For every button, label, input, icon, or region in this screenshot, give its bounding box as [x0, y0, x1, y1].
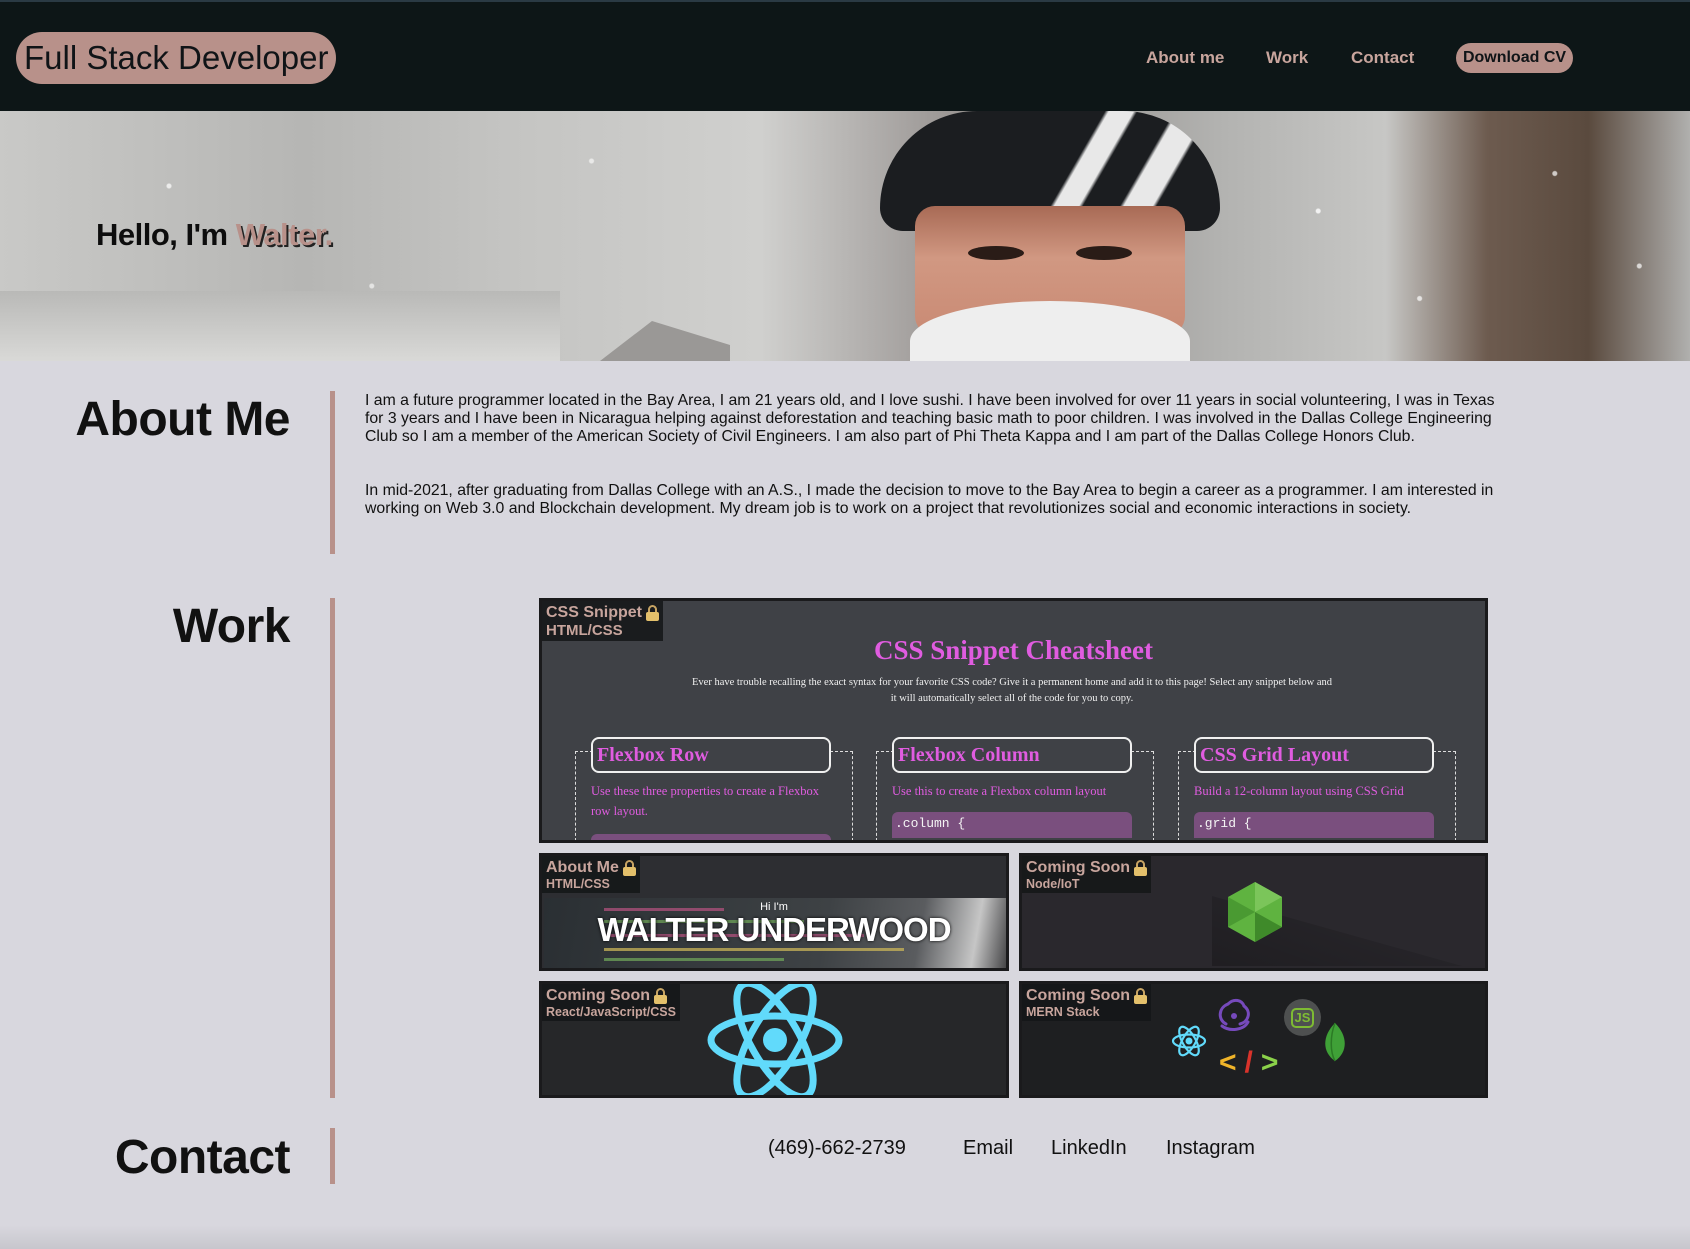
- contact-divider: [330, 1128, 335, 1184]
- code-slash: /: [1244, 1046, 1261, 1079]
- code-bracket-close: >: [1260, 1046, 1287, 1079]
- snippet-description: Use these three properties to create a F…: [591, 784, 820, 818]
- snippet-description: Build a 12-column layout using CSS Grid: [1194, 784, 1404, 798]
- code-bracket-open: <: [1219, 1046, 1245, 1079]
- about-preview-name: WALTER UNDERWOOD: [597, 911, 951, 948]
- project-tech: HTML/CSS: [546, 877, 610, 891]
- project-card-node-iot[interactable]: Coming Soon Node/IoT: [1019, 853, 1488, 971]
- hero-heading: Hello, I'm Walter.: [96, 217, 333, 253]
- hero-banner: Hello, I'm Walter.: [0, 111, 1690, 361]
- contact-phone-link[interactable]: (469)-662-2739: [768, 1137, 906, 1160]
- snippet-card: Flexbox Row Use these three properties t…: [575, 737, 853, 840]
- snippet-code: .grid {: [1194, 812, 1434, 838]
- about-text: I am a future programmer located in the …: [365, 392, 1515, 518]
- project-tech: HTML/CSS: [546, 622, 623, 639]
- project-card-css-snippet[interactable]: CSS Snippet HTML/CSS CSS Snippet Cheatsh…: [539, 598, 1488, 843]
- project-card-react[interactable]: Coming Soon React/JavaScript/CSS: [539, 981, 1009, 1098]
- project-name: Coming Soon: [546, 987, 650, 1004]
- hero-name: Walter.: [235, 217, 334, 252]
- css-preview-description: Ever have trouble recalling the exact sy…: [692, 677, 1333, 704]
- project-name: Coming Soon: [1026, 987, 1130, 1004]
- snippet-code: [591, 834, 831, 840]
- nodejs-icon: [1228, 882, 1282, 942]
- snippet-title: CSS Grid Layout: [1194, 737, 1434, 773]
- snippet-title: Flexbox Column: [892, 737, 1132, 773]
- brand-logo[interactable]: Full Stack Developer: [16, 32, 337, 84]
- contact-email-link[interactable]: Email: [963, 1137, 1013, 1160]
- lock-icon: [1133, 860, 1147, 876]
- project-name: Coming Soon: [1026, 859, 1130, 876]
- nav-contact-link[interactable]: Contact: [1351, 48, 1414, 68]
- about-paragraph: I am a future programmer located in the …: [365, 392, 1495, 445]
- project-tag: Coming Soon MERN Stack: [1022, 984, 1151, 1021]
- snippet-title: Flexbox Row: [591, 737, 831, 773]
- project-name: About Me: [546, 859, 619, 876]
- site-header: Full Stack Developer About me Work Conta…: [0, 0, 1690, 111]
- mongodb-icon: [1325, 1022, 1345, 1062]
- project-tech: React/JavaScript/CSS: [546, 1005, 676, 1019]
- work-heading: Work: [172, 600, 291, 653]
- react-icon: [1171, 1025, 1207, 1057]
- code-line: [604, 958, 784, 961]
- lock-icon: [653, 988, 667, 1004]
- project-tag: CSS Snippet HTML/CSS: [542, 601, 664, 641]
- hero-greeting: Hello, I'm: [96, 217, 236, 252]
- snippet-card: CSS Grid Layout Build a 12-column layout…: [1178, 737, 1456, 840]
- code-brackets-icon: </>: [1219, 1046, 1286, 1080]
- project-tag: Coming Soon React/JavaScript/CSS: [542, 984, 680, 1021]
- contact-linkedin-link[interactable]: LinkedIn: [1051, 1137, 1127, 1160]
- page-bottom-shadow: [0, 1225, 1690, 1249]
- work-divider: [330, 598, 335, 1098]
- snippet-description: Use this to create a Flexbox column layo…: [892, 784, 1107, 798]
- nav-work-link[interactable]: Work: [1266, 48, 1308, 68]
- download-cv-button[interactable]: Download CV: [1456, 43, 1573, 73]
- project-tag: Coming Soon Node/IoT: [1022, 856, 1151, 893]
- css-preview-title: CSS Snippet Cheatsheet: [873, 635, 1154, 665]
- nodejs-icon: JS: [1284, 999, 1321, 1036]
- contact-heading: Contact: [114, 1131, 291, 1184]
- project-tech: MERN Stack: [1026, 1005, 1100, 1019]
- nodejs-badge-text: JS: [1290, 1007, 1315, 1028]
- contact-instagram-link[interactable]: Instagram: [1166, 1137, 1255, 1160]
- project-card-mern[interactable]: JS </> Coming Soon MERN Stack: [1019, 981, 1488, 1098]
- project-card-about-me[interactable]: Hi I'm WALTER UNDERWOOD About Me HTML/CS…: [539, 853, 1009, 971]
- about-divider: [330, 391, 335, 554]
- lock-icon: [646, 605, 660, 621]
- about-paragraph: In mid-2021, after graduating from Dalla…: [365, 482, 1494, 517]
- redux-icon: [1218, 998, 1250, 1031]
- project-tag: About Me HTML/CSS: [542, 856, 640, 893]
- lock-icon: [622, 860, 636, 876]
- react-icon: [707, 984, 843, 1095]
- snippet-code: .column {: [892, 812, 1132, 838]
- nav-about-link[interactable]: About me: [1146, 48, 1224, 68]
- project-name: CSS Snippet: [546, 604, 643, 621]
- snippet-card: Flexbox Column Use this to create a Flex…: [876, 737, 1154, 840]
- about-heading: About Me: [75, 393, 290, 446]
- lock-icon: [1133, 988, 1147, 1004]
- project-tech: Node/IoT: [1026, 877, 1080, 891]
